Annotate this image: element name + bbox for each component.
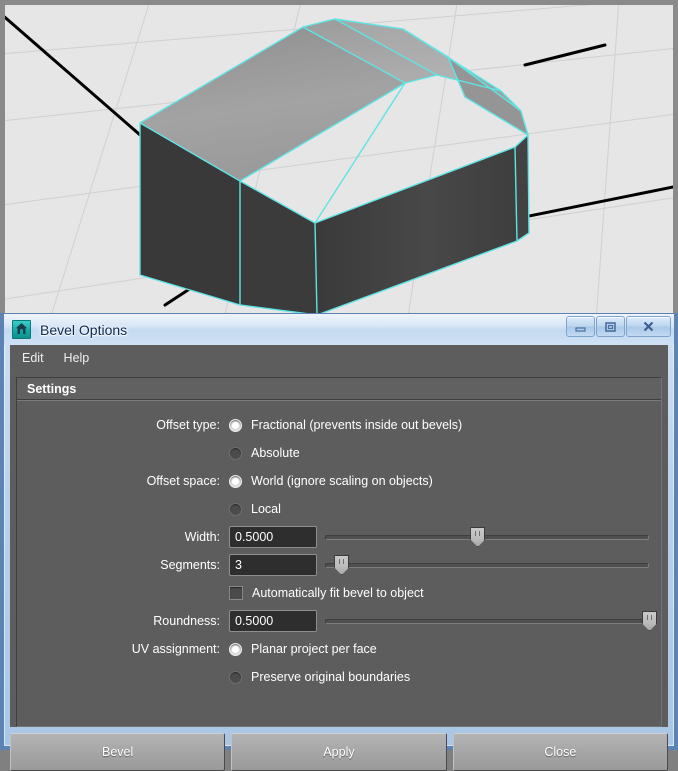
settings-frame: Settings Offset type: Fractional (preven… xyxy=(16,377,662,727)
width-slider-track[interactable] xyxy=(325,535,649,540)
viewport-scene xyxy=(5,5,673,315)
dialog-title: Bevel Options xyxy=(40,321,128,338)
roundness-input[interactable] xyxy=(229,610,317,632)
roundness-slider[interactable] xyxy=(325,610,657,632)
settings-header-label: Settings xyxy=(27,381,77,396)
bevel-options-dialog: Bevel Options Edit Help Settings Offset … xyxy=(0,313,678,771)
bevel-button[interactable]: Bevel xyxy=(10,733,226,771)
radio-uv-preserve-boundaries[interactable] xyxy=(229,670,242,684)
radio-offset-type-fractional[interactable] xyxy=(229,418,242,432)
menu-item-help[interactable]: Help xyxy=(64,351,90,365)
maya-3d-viewport[interactable] xyxy=(0,0,678,320)
row-offset-space: Offset space: World (ignore scaling on o… xyxy=(17,467,649,495)
window-controls xyxy=(565,316,671,338)
radio-uv-planar-project[interactable] xyxy=(229,642,242,656)
settings-body: Offset type: Fractional (prevents inside… xyxy=(17,400,661,726)
radio-label-absolute: Absolute xyxy=(251,446,300,460)
close-button[interactable]: Close xyxy=(452,733,668,771)
radio-label-world: World (ignore scaling on objects) xyxy=(251,474,433,488)
width-input[interactable] xyxy=(229,526,317,548)
radio-label-preserve-boundaries: Preserve original boundaries xyxy=(251,670,411,684)
maximize-icon[interactable] xyxy=(596,316,625,337)
radio-offset-space-world[interactable] xyxy=(229,474,242,488)
roundness-slider-track[interactable] xyxy=(325,619,649,624)
width-slider[interactable] xyxy=(325,526,649,548)
row-auto-fit: Automatically fit bevel to object xyxy=(17,579,649,607)
minimize-icon[interactable] xyxy=(566,316,595,337)
radio-offset-space-local[interactable] xyxy=(229,502,242,516)
radio-label-planar-project: Planar project per face xyxy=(251,642,377,656)
row-width: Width: xyxy=(17,523,649,551)
radio-offset-type-absolute[interactable] xyxy=(229,446,242,460)
row-uv-assignment: UV assignment: Planar project per face xyxy=(17,635,649,663)
auto-fit-label: Automatically fit bevel to object xyxy=(252,586,424,600)
segments-slider-handle[interactable] xyxy=(334,555,350,575)
segments-label: Segments: xyxy=(160,558,220,572)
offset-space-label: Offset space: xyxy=(146,474,220,488)
viewport-canvas[interactable] xyxy=(5,5,673,315)
row-offset-space-local: Local xyxy=(17,495,649,523)
row-offset-type: Offset type: Fractional (prevents inside… xyxy=(17,411,649,439)
row-roundness: Roundness: xyxy=(17,607,657,635)
width-slider-handle[interactable] xyxy=(470,527,486,547)
dialog-body: Settings Offset type: Fractional (preven… xyxy=(10,371,668,727)
uv-assignment-label: UV assignment: xyxy=(131,642,220,656)
segments-slider[interactable] xyxy=(325,554,649,576)
dialog-titlebar[interactable]: Bevel Options xyxy=(4,314,674,345)
roundness-label: Roundness: xyxy=(153,614,220,628)
segments-input[interactable] xyxy=(229,554,317,576)
row-uv-preserve: Preserve original boundaries xyxy=(17,663,649,691)
radio-label-local: Local xyxy=(251,502,281,516)
apply-button[interactable]: Apply xyxy=(231,733,447,771)
row-segments: Segments: xyxy=(17,551,649,579)
width-label: Width: xyxy=(184,530,220,544)
radio-label-fractional: Fractional (prevents inside out bevels) xyxy=(251,418,463,432)
dialog-menubar: Edit Help xyxy=(10,345,668,371)
segments-slider-track[interactable] xyxy=(325,563,649,568)
dialog-button-bar: Bevel Apply Close xyxy=(10,733,668,771)
auto-fit-checkbox[interactable] xyxy=(229,586,243,600)
roundness-slider-handle[interactable] xyxy=(642,611,657,631)
close-icon[interactable] xyxy=(626,316,671,337)
row-offset-type-absolute: Absolute xyxy=(17,439,649,467)
menu-item-edit[interactable]: Edit xyxy=(22,351,44,365)
offset-type-label: Offset type: xyxy=(156,418,220,432)
maya-app-icon xyxy=(12,320,31,339)
settings-header: Settings xyxy=(17,378,661,400)
